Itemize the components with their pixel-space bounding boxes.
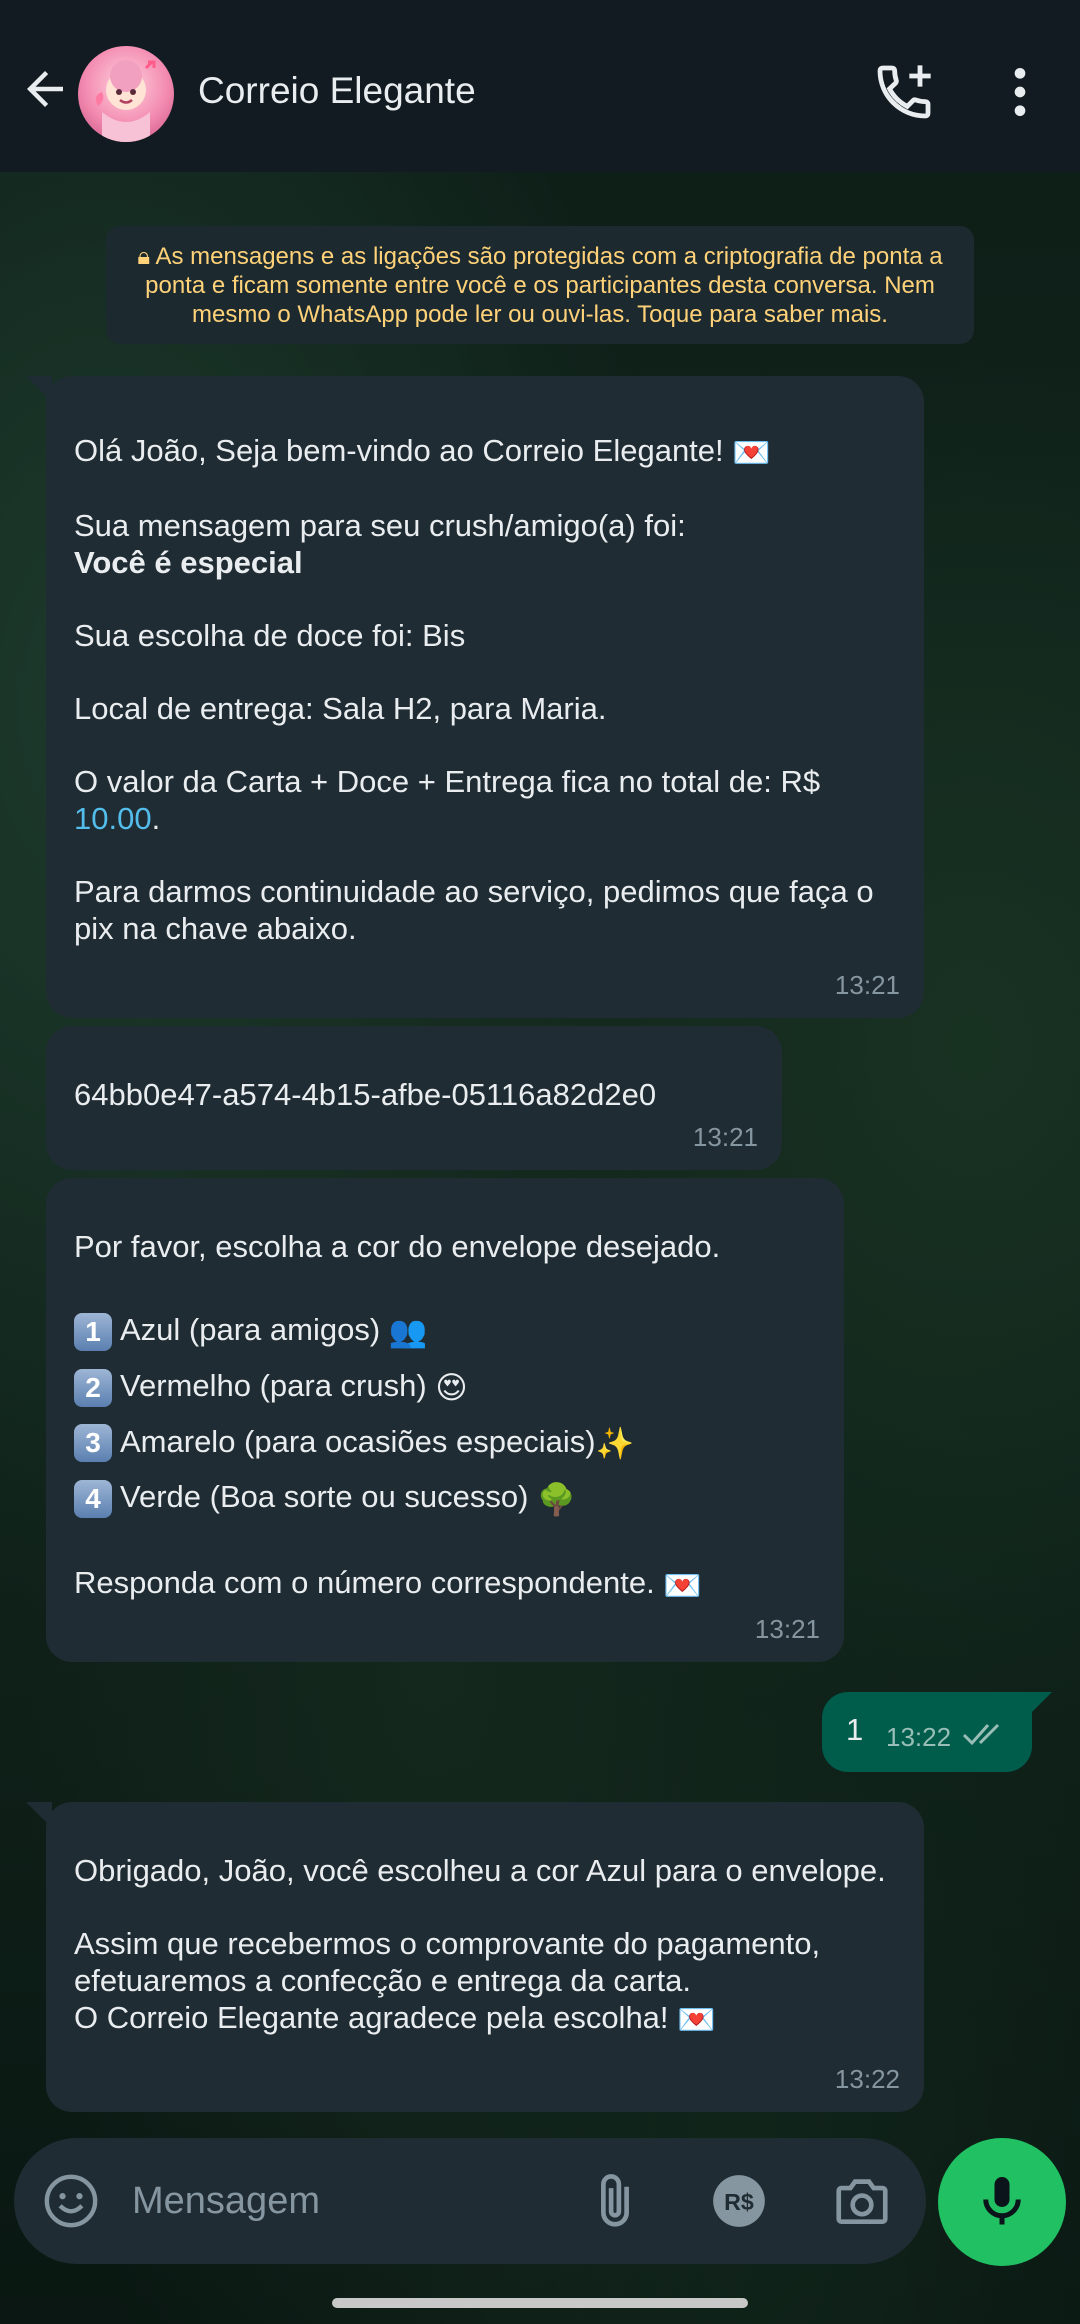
keycap-two-icon: 2: [74, 1368, 112, 1407]
lock-icon: 🔒︎: [137, 243, 156, 270]
home-indicator[interactable]: [332, 2298, 748, 2308]
add-call-icon[interactable]: [872, 60, 936, 124]
pix-key-text: 64bb0e47-a574-4b15-afbe-05116a82d2e0: [74, 1077, 657, 1112]
message-line: Você é especial: [74, 545, 303, 581]
sparkles-icon: ✨: [595, 1425, 635, 1461]
camera-icon[interactable]: [830, 2170, 894, 2232]
back-arrow-icon[interactable]: [18, 62, 72, 116]
keycap-three-icon: 3: [74, 1424, 112, 1463]
message-text: 1: [846, 1712, 864, 1747]
message-line: Responda com o número correspondente.: [74, 1565, 655, 1601]
message-time: 13:21: [834, 970, 900, 1000]
message-bubble-outgoing[interactable]: 1 13:22: [822, 1692, 1052, 1772]
message-time: 13:21: [754, 1614, 820, 1644]
message-time: 13:22: [834, 2064, 900, 2094]
option-line: Azul (para amigos): [120, 1312, 381, 1347]
double-check-icon: [962, 1723, 1000, 1746]
message-time: 13:21: [692, 1122, 758, 1152]
emoji-icon[interactable]: [42, 2172, 100, 2230]
message-line: Por favor, escolha a cor do envelope des…: [74, 1229, 721, 1264]
option-line: Vermelho (para crush): [120, 1367, 427, 1403]
message-line: pix na chave abaixo.: [74, 911, 357, 947]
message-line: Sua escolha de doce foi: Bis: [74, 618, 466, 654]
chat-header: Correio Elegante: [0, 0, 1080, 172]
message-line: Obrigado, João, você escolheu a cor Azul…: [74, 1853, 886, 1888]
voice-message-button[interactable]: [938, 2138, 1066, 2266]
phone-number-link[interactable]: 10.00: [74, 801, 152, 836]
avatar[interactable]: [78, 46, 174, 142]
message-input-bar: Mensagem R$: [14, 2138, 926, 2264]
option-line: Amarelo (para ocasiões especiais): [120, 1423, 596, 1459]
love-letter-icon: 💌: [732, 435, 771, 471]
message-line: Para darmos continuidade ao serviço, ped…: [74, 874, 874, 910]
message-input[interactable]: Mensagem: [132, 2180, 320, 2223]
love-letter-icon: 💌: [663, 1567, 702, 1603]
tree-icon: 🌳: [537, 1481, 576, 1517]
message-time: 13:22: [886, 1722, 952, 1752]
chat-title[interactable]: Correio Elegante: [198, 70, 476, 112]
more-options-icon[interactable]: [988, 60, 1052, 124]
cupid-avatar-icon: [95, 60, 156, 142]
attach-icon[interactable]: [584, 2170, 646, 2232]
option-line: Verde (Boa sorte ou sucesso): [120, 1479, 529, 1515]
message-line: O valor da Carta + Doce + Entrega fica n…: [74, 764, 821, 800]
message-line: efetuaremos a confecção e entrega da car…: [74, 1963, 691, 1998]
message-line: Assim que recebermos o comprovante do pa…: [74, 1926, 821, 1961]
heart-eyes-icon: 😍: [435, 1370, 468, 1406]
microphone-icon: [983, 2177, 1021, 2225]
payment-icon[interactable]: R$: [708, 2170, 770, 2232]
message-bubble-incoming[interactable]: Por favor, escolha a cor do envelope des…: [46, 1178, 844, 1662]
encryption-notice[interactable]: 🔒︎ As mensagens e as ligações são proteg…: [106, 226, 974, 344]
message-line: O Correio Elegante agradece pela escolha…: [74, 2000, 669, 2035]
svg-text:R$: R$: [724, 2189, 754, 2215]
love-letter-icon: 💌: [677, 2002, 716, 2038]
message-line: Olá João, Seja bem-vindo ao Correio Eleg…: [74, 433, 724, 468]
message-bubble-incoming[interactable]: 64bb0e47-a574-4b15-afbe-05116a82d2e0 13:…: [46, 1026, 782, 1170]
message-line: Local de entrega: Sala H2, para Maria.: [74, 691, 607, 727]
keycap-one-icon: 1: [74, 1312, 112, 1351]
message-bubble-incoming[interactable]: Obrigado, João, você escolheu a cor Azul…: [26, 1802, 924, 2112]
message-line: Sua mensagem para seu crush/amigo(a) foi…: [74, 508, 686, 544]
keycap-four-icon: 4: [74, 1480, 112, 1519]
message-bubble-incoming[interactable]: Olá João, Seja bem-vindo ao Correio Eleg…: [26, 376, 924, 1018]
people-icon: 👥: [388, 1314, 428, 1350]
